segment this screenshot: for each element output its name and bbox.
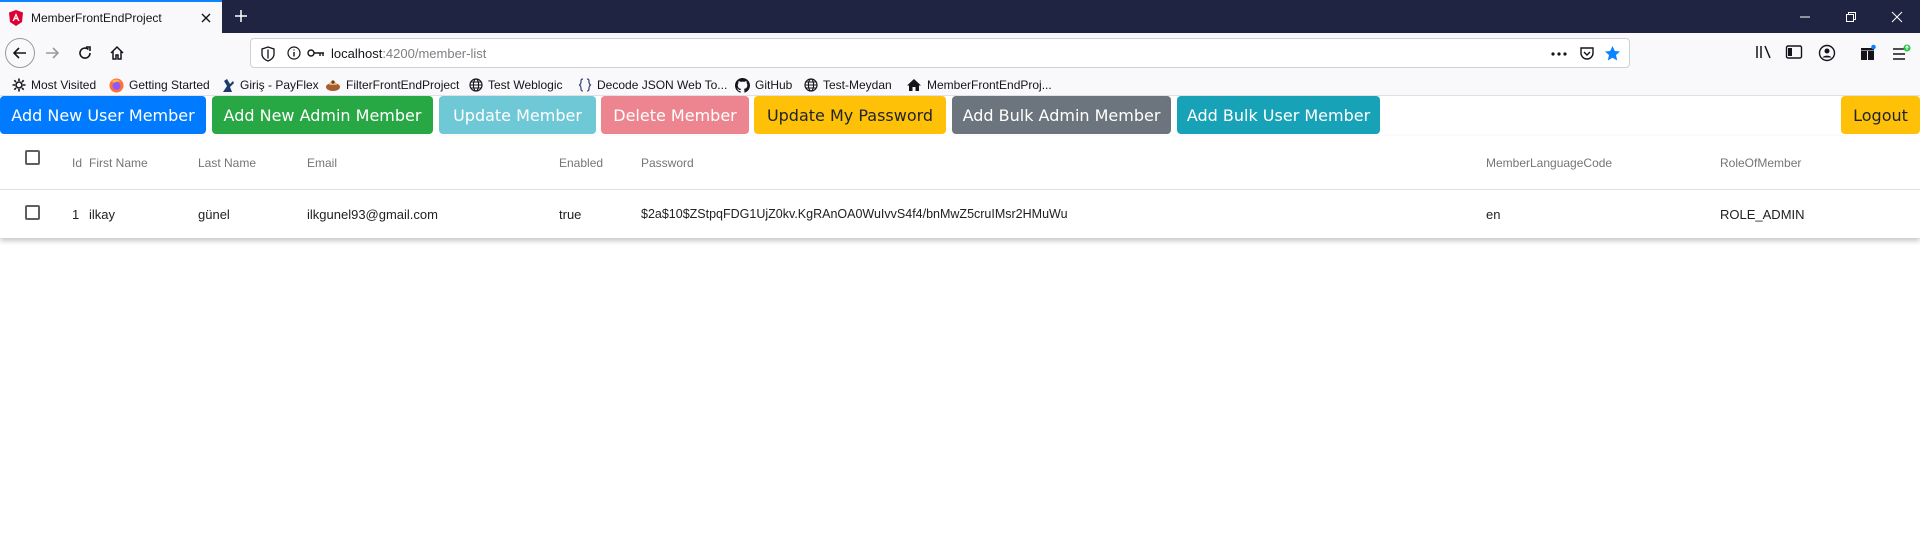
bookmark-github[interactable]: GitHub bbox=[735, 76, 792, 94]
restore-icon bbox=[1846, 12, 1856, 22]
select-all-checkbox[interactable] bbox=[25, 150, 40, 165]
library-icon[interactable] bbox=[1755, 44, 1773, 60]
logout-button[interactable]: Logout bbox=[1841, 96, 1920, 134]
member-actions-bar: Add New User Member Add New Admin Member… bbox=[0, 96, 1920, 135]
minimize-button[interactable] bbox=[1782, 0, 1828, 33]
bookmark-test-weblogic[interactable]: Test Weblogic bbox=[469, 76, 562, 94]
tracking-shield-icon[interactable] bbox=[261, 46, 275, 62]
bookmark-label: Test Weblogic bbox=[488, 78, 563, 92]
bookmark-filter-front-end[interactable]: FilterFrontEndProject bbox=[325, 76, 459, 94]
add-new-admin-member-button[interactable]: Add New Admin Member bbox=[212, 96, 433, 134]
restore-button[interactable] bbox=[1828, 0, 1874, 33]
browser-tab[interactable]: MemberFrontEndProject bbox=[0, 0, 222, 33]
json-braces-icon bbox=[578, 78, 592, 92]
reload-button[interactable] bbox=[71, 39, 99, 67]
cell-email: ilkgunel93@gmail.com bbox=[307, 207, 438, 222]
filter-project-icon bbox=[326, 80, 340, 91]
column-header-member-language-code: MemberLanguageCode bbox=[1486, 156, 1613, 170]
bookmark-label: Decode JSON Web To... bbox=[597, 78, 728, 92]
cell-role-of-member: ROLE_ADMIN bbox=[1720, 207, 1805, 222]
close-window-button[interactable] bbox=[1874, 0, 1920, 33]
extensions-icon[interactable] bbox=[1859, 44, 1877, 62]
arrow-right-icon bbox=[46, 47, 60, 59]
update-member-button[interactable]: Update Member bbox=[439, 96, 596, 134]
add-new-user-member-button[interactable]: Add New User Member bbox=[0, 96, 206, 134]
home-icon bbox=[907, 79, 921, 91]
key-icon[interactable] bbox=[307, 48, 325, 58]
bookmark-getting-started[interactable]: Getting Started bbox=[109, 76, 210, 94]
bookmark-label: MemberFrontEndProj... bbox=[927, 78, 1052, 92]
new-tab-plus-icon[interactable] bbox=[232, 7, 250, 25]
globe-icon bbox=[469, 78, 483, 92]
navigation-toolbar: localhost:4200/member-list bbox=[0, 33, 1920, 73]
bookmark-payflex[interactable]: Giriş - PayFlex bbox=[221, 76, 319, 94]
cell-member-language-code: en bbox=[1486, 207, 1501, 222]
add-bulk-admin-member-button[interactable]: Add Bulk Admin Member bbox=[952, 96, 1171, 134]
table-row[interactable]: 1 ilkay günel ilkgunel93@gmail.com true … bbox=[0, 191, 1920, 238]
sidebar-icon[interactable] bbox=[1785, 44, 1803, 60]
bookmarks-toolbar: Most Visited Getting Started Giriş - Pay… bbox=[0, 73, 1920, 96]
browser-tab-bar: MemberFrontEndProject bbox=[0, 0, 1920, 33]
firefox-icon bbox=[109, 78, 124, 92]
tab-title: MemberFrontEndProject bbox=[31, 11, 162, 25]
hamburger-menu-icon[interactable] bbox=[1891, 44, 1911, 62]
account-icon[interactable] bbox=[1818, 44, 1836, 62]
column-header-password: Password bbox=[641, 156, 694, 170]
column-header-email: Email bbox=[307, 156, 338, 170]
cell-id: 1 bbox=[72, 207, 80, 222]
home-button[interactable] bbox=[103, 39, 131, 67]
arrow-left-icon bbox=[12, 47, 26, 59]
bookmark-label: Getting Started bbox=[129, 78, 210, 92]
reload-icon bbox=[79, 46, 91, 59]
bookmark-decode-json[interactable]: Decode JSON Web To... bbox=[578, 76, 727, 94]
column-header-enabled: Enabled bbox=[559, 156, 604, 170]
cell-first-name: ilkay bbox=[89, 207, 116, 222]
info-icon[interactable] bbox=[287, 46, 301, 60]
globe-icon bbox=[804, 78, 818, 92]
cell-password: $2a$10$ZStpqFDG1UjZ0kv.KgRAnOA0WuIvvS4f4… bbox=[641, 207, 1068, 221]
minimize-icon bbox=[1800, 16, 1810, 18]
url-path: :4200/member-list bbox=[382, 46, 487, 61]
cell-last-name: günel bbox=[198, 207, 230, 222]
angular-logo-icon bbox=[9, 10, 23, 26]
bookmark-most-visited[interactable]: Most Visited bbox=[12, 76, 96, 94]
bookmark-member-front-end[interactable]: MemberFrontEndProj... bbox=[906, 76, 1052, 94]
url-bar[interactable]: localhost:4200/member-list bbox=[250, 38, 1630, 68]
forward-button[interactable] bbox=[38, 39, 66, 67]
column-header-last-name: Last Name bbox=[198, 156, 257, 170]
cell-enabled: true bbox=[559, 207, 582, 222]
bookmark-label: GitHub bbox=[755, 78, 793, 92]
bookmark-test-meydan[interactable]: Test-Meydan bbox=[804, 76, 892, 94]
close-window-icon bbox=[1891, 11, 1903, 23]
member-table: Id First Name Last Name Email Enabled Pa… bbox=[0, 136, 1920, 238]
url-text[interactable]: localhost:4200/member-list bbox=[331, 46, 486, 61]
delete-member-button[interactable]: Delete Member bbox=[601, 96, 749, 134]
bookmark-label: Most Visited bbox=[31, 78, 97, 92]
bookmark-label: Test-Meydan bbox=[823, 78, 892, 92]
github-icon bbox=[735, 77, 750, 93]
close-icon[interactable] bbox=[198, 10, 214, 26]
page-actions-more-icon[interactable] bbox=[1551, 47, 1567, 61]
home-icon bbox=[110, 45, 124, 60]
column-header-first-name: First Name bbox=[89, 156, 148, 170]
payflex-icon bbox=[223, 78, 234, 92]
table-header-row: Id First Name Last Name Email Enabled Pa… bbox=[0, 136, 1920, 190]
update-my-password-button[interactable]: Update My Password bbox=[754, 96, 946, 134]
bookmark-label: Giriş - PayFlex bbox=[240, 78, 319, 92]
column-header-id: Id bbox=[72, 156, 83, 170]
gear-icon bbox=[12, 78, 26, 92]
column-header-role-of-member: RoleOfMember bbox=[1720, 156, 1802, 170]
bookmark-label: FilterFrontEndProject bbox=[346, 78, 460, 92]
bookmark-star-icon[interactable] bbox=[1604, 45, 1621, 62]
pocket-icon[interactable] bbox=[1579, 45, 1595, 61]
back-button[interactable] bbox=[5, 38, 35, 68]
row-select-checkbox[interactable] bbox=[25, 205, 40, 220]
add-bulk-user-member-button[interactable]: Add Bulk User Member bbox=[1177, 96, 1380, 134]
url-host: localhost bbox=[331, 46, 383, 61]
